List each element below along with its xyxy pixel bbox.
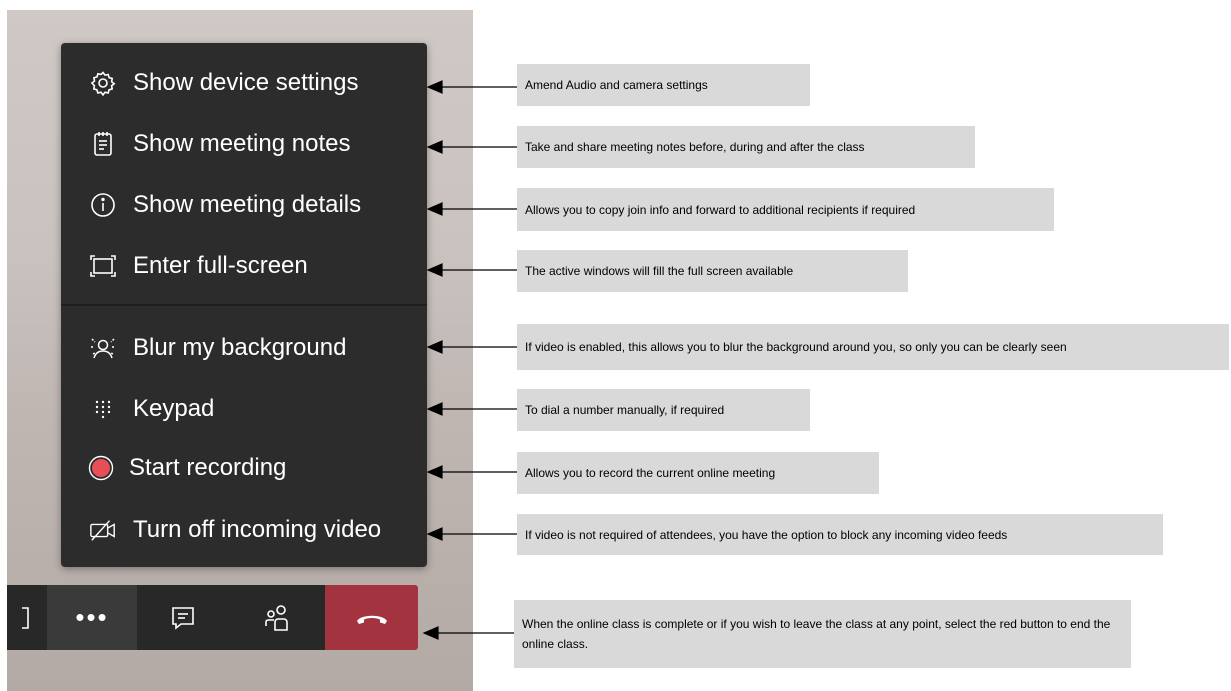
menu-item-blur-background[interactable]: Blur my background [61, 318, 427, 378]
participants-button[interactable] [229, 585, 325, 650]
menu-item-device-settings[interactable]: Show device settings [61, 53, 427, 113]
participants-icon [265, 604, 288, 631]
gear-icon [89, 69, 117, 97]
menu-item-label: Start recording [129, 454, 287, 481]
menu-item-label: Show meeting notes [133, 130, 351, 157]
hang-up-button[interactable] [325, 585, 418, 650]
menu-divider [61, 304, 427, 306]
more-icon: ••• [75, 602, 109, 632]
menu-item-start-recording[interactable]: Start recording [61, 438, 427, 498]
callout-keypad: To dial a number manually, if required [517, 389, 810, 431]
video-off-icon [89, 516, 117, 544]
menu-item-keypad[interactable]: Keypad [61, 379, 427, 439]
menu-item-meeting-details[interactable]: Show meeting details [61, 175, 427, 235]
more-actions-menu: Show device settings Show meeting notes … [61, 43, 427, 567]
callout-meeting-notes: Take and share meeting notes before, dur… [517, 126, 975, 168]
callout-meeting-details: Allows you to copy join info and forward… [517, 188, 1054, 231]
share-tray-button[interactable] [7, 585, 47, 650]
callout-blur-background: If video is enabled, this allows you to … [517, 324, 1229, 370]
hang-up-icon [356, 615, 387, 624]
share-icon [22, 606, 29, 629]
chat-button[interactable] [137, 585, 229, 650]
menu-item-label: Keypad [133, 395, 215, 422]
blur-background-icon [89, 334, 117, 362]
menu-item-meeting-notes[interactable]: Show meeting notes [61, 114, 427, 174]
callout-turn-off-video: If video is not required of attendees, y… [517, 514, 1163, 555]
fullscreen-icon [89, 252, 117, 280]
more-actions-button[interactable]: ••• [47, 585, 137, 650]
callout-start-recording: Allows you to record the current online … [517, 452, 879, 494]
menu-item-turn-off-incoming-video[interactable]: Turn off incoming video [61, 500, 427, 560]
callout-full-screen: The active windows will fill the full sc… [517, 250, 908, 292]
menu-item-label: Show meeting details [133, 191, 362, 218]
menu-item-full-screen[interactable]: Enter full-screen [61, 236, 427, 296]
menu-item-label: Show device settings [133, 69, 359, 96]
meeting-toolbar: ••• [7, 585, 418, 650]
notes-icon [89, 130, 117, 158]
record-icon [87, 454, 115, 482]
keypad-icon [89, 395, 117, 423]
menu-item-label: Turn off incoming video [133, 516, 382, 543]
info-icon [89, 191, 117, 219]
chat-icon [172, 606, 194, 630]
menu-item-label: Blur my background [133, 334, 347, 361]
callout-hang-up: When the online class is complete or if … [514, 600, 1131, 668]
callout-device-settings: Amend Audio and camera settings [517, 64, 810, 106]
menu-item-label: Enter full-screen [133, 252, 308, 279]
